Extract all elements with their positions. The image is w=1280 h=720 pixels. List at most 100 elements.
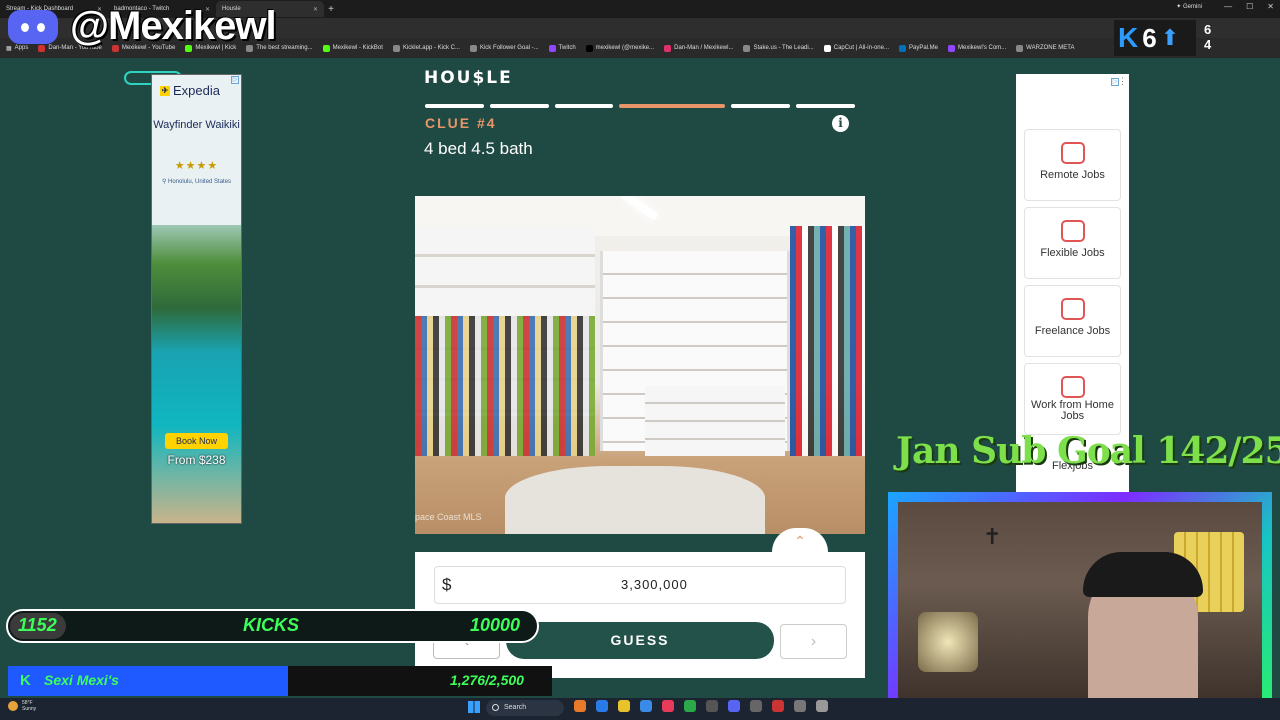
book-now-button[interactable]: Book Now [165,433,228,449]
youtube-icon [38,44,46,52]
ad-star-rating: ★★★★ [174,160,219,172]
job-card-label: Flexible Jobs [1040,247,1105,259]
taskbar-app-icon[interactable] [750,700,762,712]
ad-hotel-title: Wayfinder Waikiki [153,119,240,131]
taskbar-app-icon[interactable] [574,700,586,712]
tiktok-icon [585,44,593,52]
job-card-work-from-home[interactable]: Work from Home Jobs [1024,363,1121,435]
kicks-goal-target: 10000 [470,615,521,635]
clue-progress [425,104,856,108]
bookmark-item[interactable]: Mexikewl's Com... [948,44,1006,52]
sub-goal-overlay: Jan Sub Goal 142/250 [896,430,1280,472]
house-photo: pace Coast MLS [415,196,865,534]
ad-left-banner[interactable]: ▷ ✈ Expedia Wayfinder Waikiki ★★★★ ⚲ Hon… [151,74,242,524]
bookmark-icon [948,44,956,52]
kick-follower-count: 6 [1142,22,1157,53]
progress-segment [425,104,484,108]
kicks-count: 1152 [18,615,57,635]
paypal-icon [899,44,906,52]
minimize-icon[interactable]: — [1224,2,1232,11]
job-card-freelance[interactable]: Freelance Jobs [1024,285,1121,357]
bookmark-icon [469,44,477,52]
bookmark-apps[interactable]: ▦ Apps [6,45,28,52]
taskbar-app-icon[interactable] [706,700,718,712]
taskbar-app-icon[interactable] [772,700,784,712]
photo-rug [505,466,765,534]
next-clue-button[interactable]: › [780,624,847,659]
more-options-icon[interactable]: ⋮ [1118,76,1127,87]
housle-logo[interactable]: HOU$LE [424,68,513,88]
capcut-icon [823,44,831,52]
close-tab-icon[interactable]: ✕ [313,6,318,13]
subs-goal-count: 1,276/2,500 [450,672,524,688]
windows-start-icon[interactable] [468,701,480,713]
bookmark-label: Kick Follower Goal -... [479,45,539,51]
bookmark-item[interactable]: Kick Follower Goal -... [469,44,539,52]
bookmark-item[interactable]: Dan-Man / Mexikewl... [664,44,734,52]
bookmark-label: CapCut | All-in-one... [833,45,889,51]
expedia-brand-label: Expedia [173,83,220,98]
file-explorer-icon[interactable] [618,700,630,712]
ad-location-label: Honolulu, United States [168,179,232,185]
bookmark-item[interactable]: Mexikewl - KickBot [322,44,383,52]
bookmark-icon [1016,44,1024,52]
weather-text: 58°F Sunny [22,700,36,712]
webcam-background-light [918,612,978,672]
dollar-sign: $ [442,575,452,594]
bookmark-item[interactable]: WARZONE META [1016,44,1075,52]
viewer-count-top: 6 [1204,22,1212,37]
kick-icon [322,44,330,52]
microphone-icon[interactable] [816,700,828,712]
bookmark-label: PayPal.Me [909,45,939,51]
housle-logo-text: HOU$LE [424,68,513,88]
taskbar-apps [574,700,828,712]
edge-icon[interactable] [596,700,608,712]
kick-follower-badge: K 6 ⬆ [1114,20,1196,56]
job-card-remote[interactable]: Remote Jobs [1024,129,1121,201]
info-icon[interactable]: i [832,115,849,132]
sun-icon [8,701,18,711]
job-card-flexible[interactable]: Flexible Jobs [1024,207,1121,279]
discord-icon [8,10,58,44]
kicks-label: KICKS [243,615,300,635]
job-card-label: Work from Home Jobs [1031,399,1114,422]
bookmark-label: Mexikewl - KickBot [332,45,383,51]
expedia-brand: ✈ Expedia [160,83,220,98]
bookmark-label: Kicklet.app - Kick C... [402,45,460,51]
ad-choices-icon[interactable]: ▷ [231,76,239,84]
job-card-label: Remote Jobs [1040,169,1105,181]
weather-widget[interactable]: 58°F Sunny [8,700,36,712]
bookmark-item[interactable]: Twitch [548,44,576,52]
store-icon[interactable] [640,700,652,712]
kick-logo-icon: K [1118,22,1139,53]
taskbar-app-icon[interactable] [794,700,806,712]
bookmark-item[interactable]: CapCut | All-in-one... [823,44,889,52]
chrome-icon[interactable] [684,700,696,712]
globe-icon [1060,142,1085,164]
discord-taskbar-icon[interactable] [728,700,740,712]
viewer-counts: 6 4 [1200,22,1248,54]
webcam-feed: ✝ [898,502,1262,704]
search-icon [492,704,499,711]
gemini-label: Gemini [1182,4,1202,10]
bookmark-label: Twitch [558,45,576,51]
home-office-icon [1060,376,1085,398]
guess-button[interactable]: GUESS [506,622,774,659]
wall-cross-icon: ✝ [983,524,1002,549]
taskbar-app-icon[interactable] [662,700,674,712]
price-input-value[interactable]: 3,300,000 [621,577,688,592]
bookmark-label: Dan-Man / Mexikewl... [674,45,734,51]
bookmark-item[interactable]: Kicklet.app - Kick C... [392,44,460,52]
bookmark-item[interactable]: Stake.us - The Leadi... [743,44,814,52]
window-controls: — ☐ ✕ [1224,2,1274,11]
bookmark-item[interactable]: PayPal.Me [899,44,939,52]
gemini-button[interactable]: ✦ Gemini [1176,3,1202,10]
webcam-streamer-cap [1083,552,1203,597]
bookmark-item[interactable]: mexikewl (@mexike... [585,44,654,52]
maximize-icon[interactable]: ☐ [1246,2,1253,11]
bookmark-icon [392,44,400,52]
progress-segment [731,104,791,108]
new-tab-button[interactable]: + [324,4,338,15]
close-window-icon[interactable]: ✕ [1267,2,1274,11]
streamer-handle: @Mexikewl [70,4,277,48]
